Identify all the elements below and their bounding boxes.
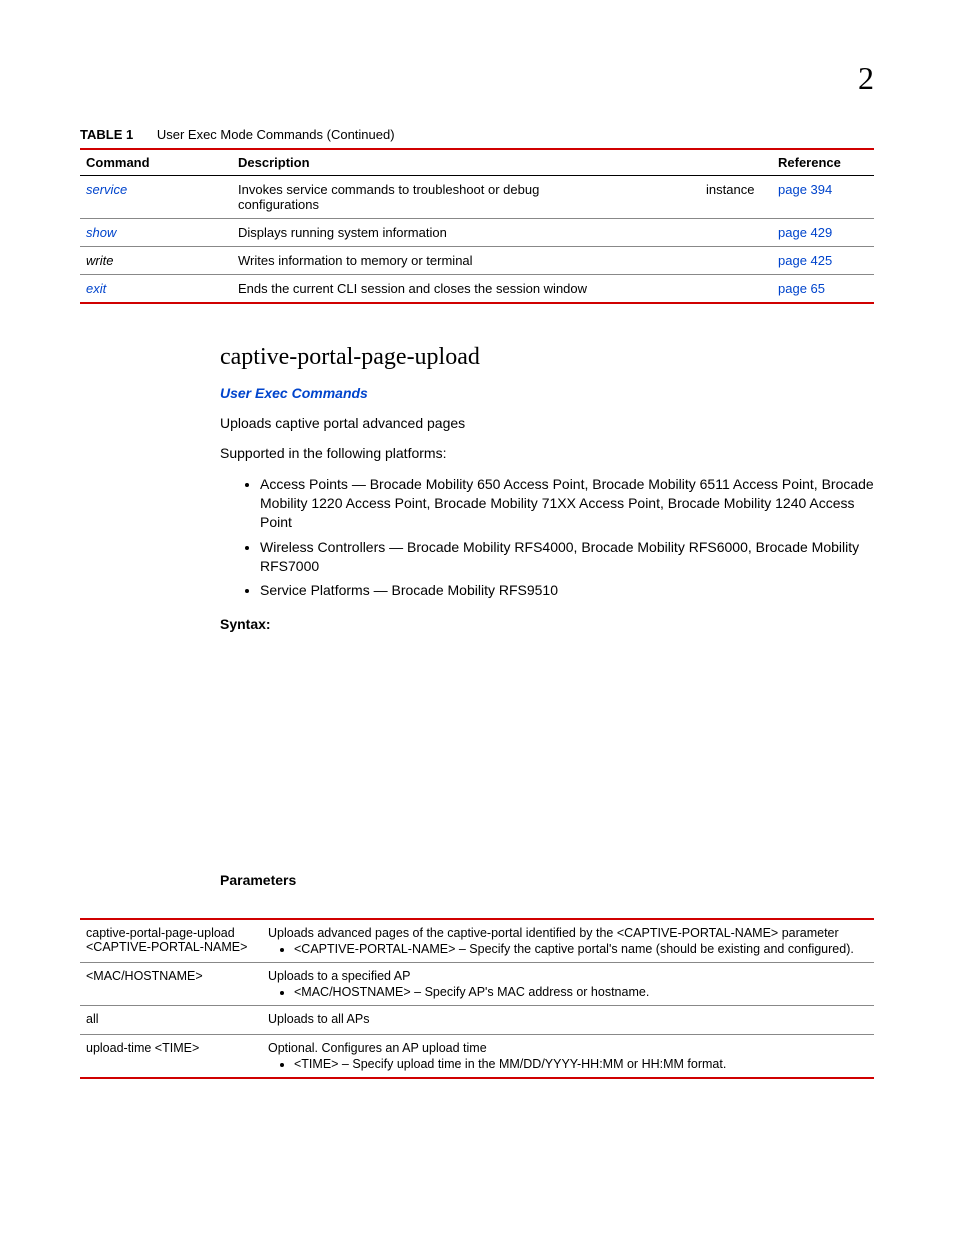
cmd-link-exit[interactable]: exit	[86, 281, 106, 296]
cmd-desc: Ends the current CLI session and closes …	[232, 275, 700, 304]
ref-link[interactable]: page 394	[778, 182, 832, 197]
cmd-desc: Invokes service commands to troubleshoot…	[232, 176, 700, 219]
section-heading: captive-portal-page-upload	[220, 344, 874, 371]
table-row: upload-time <TIME> Optional. Configures …	[80, 1035, 874, 1079]
param-name: upload-time <TIME>	[80, 1035, 262, 1079]
table-row: all Uploads to all APs	[80, 1006, 874, 1035]
table-row: service Invokes service commands to trou…	[80, 176, 874, 219]
list-item: Access Points — Brocade Mobility 650 Acc…	[260, 475, 874, 532]
list-item: Service Platforms — Brocade Mobility RFS…	[260, 581, 874, 600]
cmd-desc: Writes information to memory or terminal	[232, 247, 700, 275]
table-row: captive-portal-page-upload <CAPTIVE-PORT…	[80, 919, 874, 963]
chapter-number: 2	[80, 60, 874, 97]
commands-table: Command Description Reference service In…	[80, 148, 874, 304]
parameters-table: captive-portal-page-upload <CAPTIVE-PORT…	[80, 918, 874, 1079]
list-item: Wireless Controllers — Brocade Mobility …	[260, 538, 874, 576]
cmd-text-write: write	[86, 253, 113, 268]
ref-link[interactable]: page 429	[778, 225, 832, 240]
table-row: show Displays running system information…	[80, 219, 874, 247]
param-desc: Uploads advanced pages of the captive-po…	[262, 919, 874, 963]
table-row: <MAC/HOSTNAME> Uploads to a specified AP…	[80, 963, 874, 1006]
param-desc: Uploads to a specified AP <MAC/HOSTNAME>…	[262, 963, 874, 1006]
table-header-row: Command Description Reference	[80, 149, 874, 176]
syntax-heading: Syntax:	[220, 616, 874, 632]
param-desc: Uploads to all APs	[262, 1006, 874, 1035]
table1-caption-text: User Exec Mode Commands (Continued)	[157, 127, 395, 142]
parameters-heading: Parameters	[220, 872, 874, 888]
section-supported: Supported in the following platforms:	[220, 445, 874, 461]
table-row: exit Ends the current CLI session and cl…	[80, 275, 874, 304]
th-description: Description	[232, 149, 700, 176]
cmd-link-show[interactable]: show	[86, 225, 116, 240]
th-reference: Reference	[772, 149, 874, 176]
table-row: write Writes information to memory or te…	[80, 247, 874, 275]
param-name: all	[80, 1006, 262, 1035]
page-container: 2 TABLE 1 User Exec Mode Commands (Conti…	[0, 0, 954, 1139]
param-name: <MAC/HOSTNAME>	[80, 963, 262, 1006]
table1-caption: TABLE 1 User Exec Mode Commands (Continu…	[80, 127, 874, 142]
param-name: captive-portal-page-upload <CAPTIVE-PORT…	[80, 919, 262, 963]
th-command: Command	[80, 149, 232, 176]
section-content: captive-portal-page-upload User Exec Com…	[220, 344, 874, 888]
param-desc: Optional. Configures an AP upload time <…	[262, 1035, 874, 1079]
ref-link[interactable]: page 425	[778, 253, 832, 268]
cmd-desc: Displays running system information	[232, 219, 700, 247]
ref-link[interactable]: page 65	[778, 281, 825, 296]
table1-label: TABLE 1	[80, 127, 133, 142]
cmd-link-service[interactable]: service	[86, 182, 127, 197]
cmd-extra: instance	[700, 176, 772, 219]
platforms-list: Access Points — Brocade Mobility 650 Acc…	[240, 475, 874, 600]
section-intro: Uploads captive portal advanced pages	[220, 415, 874, 431]
section-parent-link[interactable]: User Exec Commands	[220, 385, 874, 401]
